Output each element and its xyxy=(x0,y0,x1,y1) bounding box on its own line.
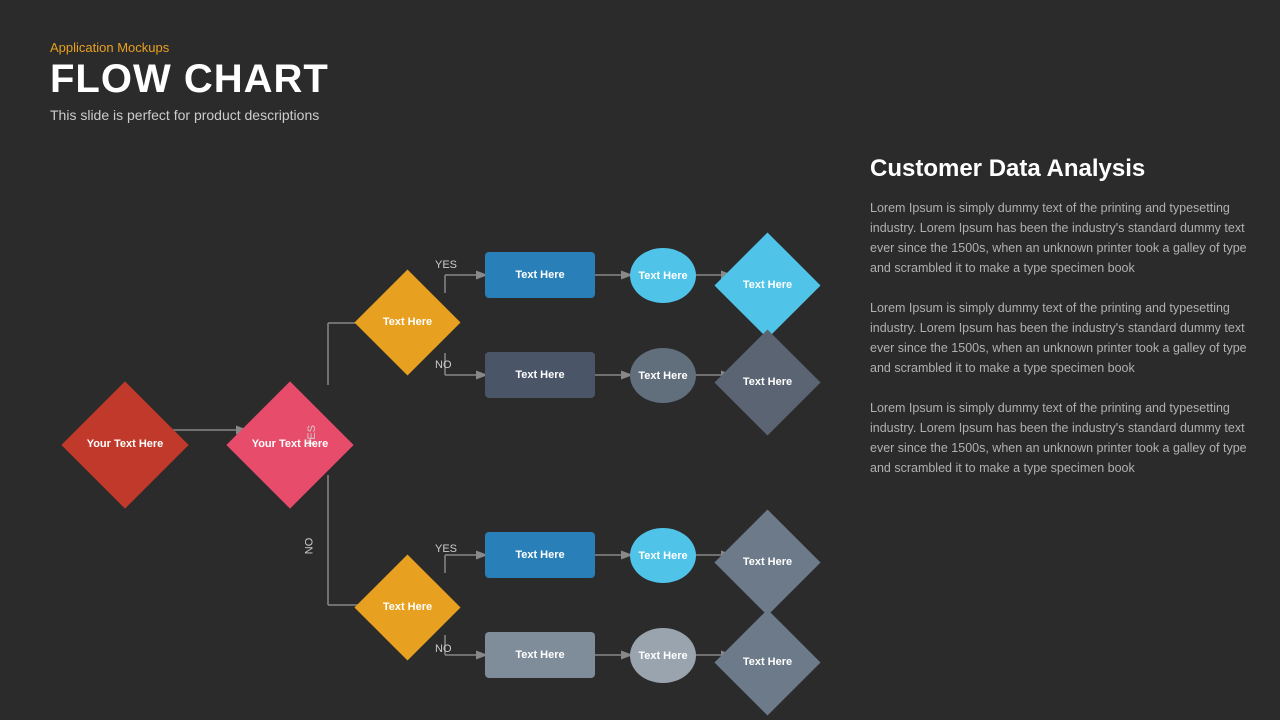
diamond-end-top: Text Here xyxy=(730,248,805,323)
rect-r1-top: Text Here xyxy=(485,252,595,298)
diamond-d3-top: Text Here xyxy=(370,285,445,360)
rect-r1-bot-bot: Text Here xyxy=(485,632,595,678)
rect-r1-bot-top: Text Here xyxy=(485,532,595,578)
label-no-top: NO xyxy=(435,359,452,371)
diamond-end-mid: Text Here xyxy=(730,345,805,420)
diamond-d1-label: Your Text Here xyxy=(87,438,164,451)
diamond-end-bot-bot: Text Here xyxy=(730,625,805,700)
right-panel-para-1: Lorem Ipsum is simply dummy text of the … xyxy=(870,198,1250,278)
diamond-d2-label: Your Text Here xyxy=(252,438,329,451)
diamond-end-bot-bot-label: Text Here xyxy=(743,656,792,669)
header-description: This slide is perfect for product descri… xyxy=(50,107,329,123)
circle-c1-top: Text Here xyxy=(630,248,696,303)
circle-c1-bot-top-label: Text Here xyxy=(638,550,687,562)
circle-c1-bot-bot: Text Here xyxy=(630,628,696,683)
label-no-bot: NO xyxy=(435,643,452,655)
page: Application Mockups FLOW CHART This slid… xyxy=(0,0,1280,720)
diamond-d2: Your Text Here xyxy=(245,400,335,490)
circle-c1-top-label: Text Here xyxy=(638,270,687,282)
label-no-left: NO xyxy=(303,538,315,555)
diamond-end-mid-label: Text Here xyxy=(743,376,792,389)
label-yes-bot: YES xyxy=(435,543,457,555)
right-panel-para-2: Lorem Ipsum is simply dummy text of the … xyxy=(870,298,1250,378)
rect-r1-mid-label: Text Here xyxy=(515,369,564,381)
rect-r1-bot-top-label: Text Here xyxy=(515,549,564,561)
header-title: FLOW CHART xyxy=(50,59,329,99)
label-yes-top: YES xyxy=(435,259,457,271)
circle-c1-bot-top: Text Here xyxy=(630,528,696,583)
diamond-d3-bot: Text Here xyxy=(370,570,445,645)
rect-r1-top-label: Text Here xyxy=(515,269,564,281)
rect-r1-bot-bot-label: Text Here xyxy=(515,649,564,661)
right-panel-para-3: Lorem Ipsum is simply dummy text of the … xyxy=(870,398,1250,478)
circle-c1-mid: Text Here xyxy=(630,348,696,403)
right-panel-title: Customer Data Analysis xyxy=(870,155,1250,183)
circle-c1-bot-bot-label: Text Here xyxy=(638,650,687,662)
header: Application Mockups FLOW CHART This slid… xyxy=(50,40,329,123)
diamond-d1: Your Text Here xyxy=(80,400,170,490)
circle-c1-mid-label: Text Here xyxy=(638,370,687,382)
flowchart: Your Text Here Your Text Here Text Here … xyxy=(30,155,850,715)
header-subtitle: Application Mockups xyxy=(50,40,329,55)
diamond-d3-bot-label: Text Here xyxy=(383,601,432,614)
rect-r1-mid: Text Here xyxy=(485,352,595,398)
diamond-end-bot-top: Text Here xyxy=(730,525,805,600)
diamond-end-bot-top-label: Text Here xyxy=(743,556,792,569)
right-panel: Customer Data Analysis Lorem Ipsum is si… xyxy=(870,155,1250,498)
diamond-end-top-label: Text Here xyxy=(743,279,792,292)
diamond-d3-top-label: Text Here xyxy=(383,316,432,329)
